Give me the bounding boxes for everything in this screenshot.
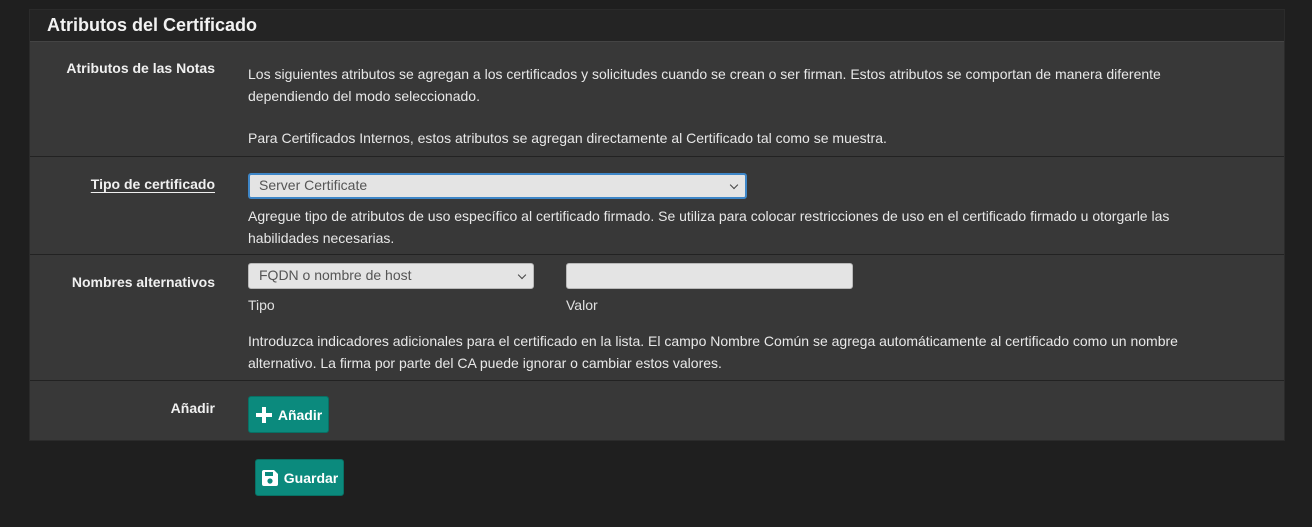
cert-type-row: Tipo de certificado Server Certificate A… bbox=[30, 157, 1284, 255]
save-button-label: Guardar bbox=[283, 469, 339, 486]
alt-name-type-sublabel: Tipo bbox=[248, 297, 275, 313]
alt-name-type-selected-value: FQDN o nombre de host bbox=[259, 267, 412, 283]
alt-names-help: Introduzca indicadores adicionales para … bbox=[248, 330, 1276, 374]
add-row: Añadir Añadir bbox=[30, 381, 1284, 440]
floppy-disk-icon bbox=[261, 469, 278, 486]
alt-names-help-line-1: Introduzca indicadores adicionales para … bbox=[248, 333, 1178, 349]
cert-type-help: Agregue tipo de atributos de uso específ… bbox=[248, 205, 1276, 249]
add-label: Añadir bbox=[170, 400, 215, 416]
chevron-down-icon bbox=[729, 180, 739, 190]
alt-names-label: Nombres alternativos bbox=[71, 274, 215, 290]
notes-line-2: dependiendo del modo seleccionado. bbox=[248, 88, 480, 104]
cert-type-selected-value: Server Certificate bbox=[259, 177, 368, 193]
alt-name-value-input[interactable] bbox=[566, 263, 853, 289]
cert-type-label: Tipo de certificado bbox=[90, 176, 215, 192]
alt-names-help-line-2: alternativo. La firma por parte del CA p… bbox=[248, 355, 722, 371]
notes-line-3: Para Certificados Internos, estos atribu… bbox=[248, 130, 887, 146]
plus-icon bbox=[255, 406, 272, 423]
add-button-label: Añadir bbox=[277, 406, 323, 423]
add-button[interactable]: Añadir bbox=[248, 396, 329, 433]
panel-title: Atributos del Certificado bbox=[30, 10, 1284, 42]
notes-text: Los siguientes atributos se agregan a lo… bbox=[248, 63, 1276, 149]
notes-label: Atributos de las Notas bbox=[66, 60, 215, 76]
notes-row: Atributos de las Notas Los siguientes at… bbox=[30, 42, 1284, 157]
alt-name-value-sublabel: Valor bbox=[566, 297, 598, 313]
alt-names-row: Nombres alternativos FQDN o nombre de ho… bbox=[30, 255, 1284, 381]
chevron-down-icon bbox=[517, 270, 527, 280]
cert-type-help-line-1: Agregue tipo de atributos de uso específ… bbox=[248, 208, 1170, 224]
cert-type-help-line-2: habilidades necesarias. bbox=[248, 230, 395, 246]
notes-line-1: Los siguientes atributos se agregan a lo… bbox=[248, 66, 1161, 82]
alt-name-type-select[interactable]: FQDN o nombre de host bbox=[248, 263, 534, 289]
save-button[interactable]: Guardar bbox=[255, 459, 344, 496]
cert-type-select[interactable]: Server Certificate bbox=[248, 173, 747, 199]
certificate-attributes-panel: Atributos del Certificado Atributos de l… bbox=[29, 9, 1285, 441]
